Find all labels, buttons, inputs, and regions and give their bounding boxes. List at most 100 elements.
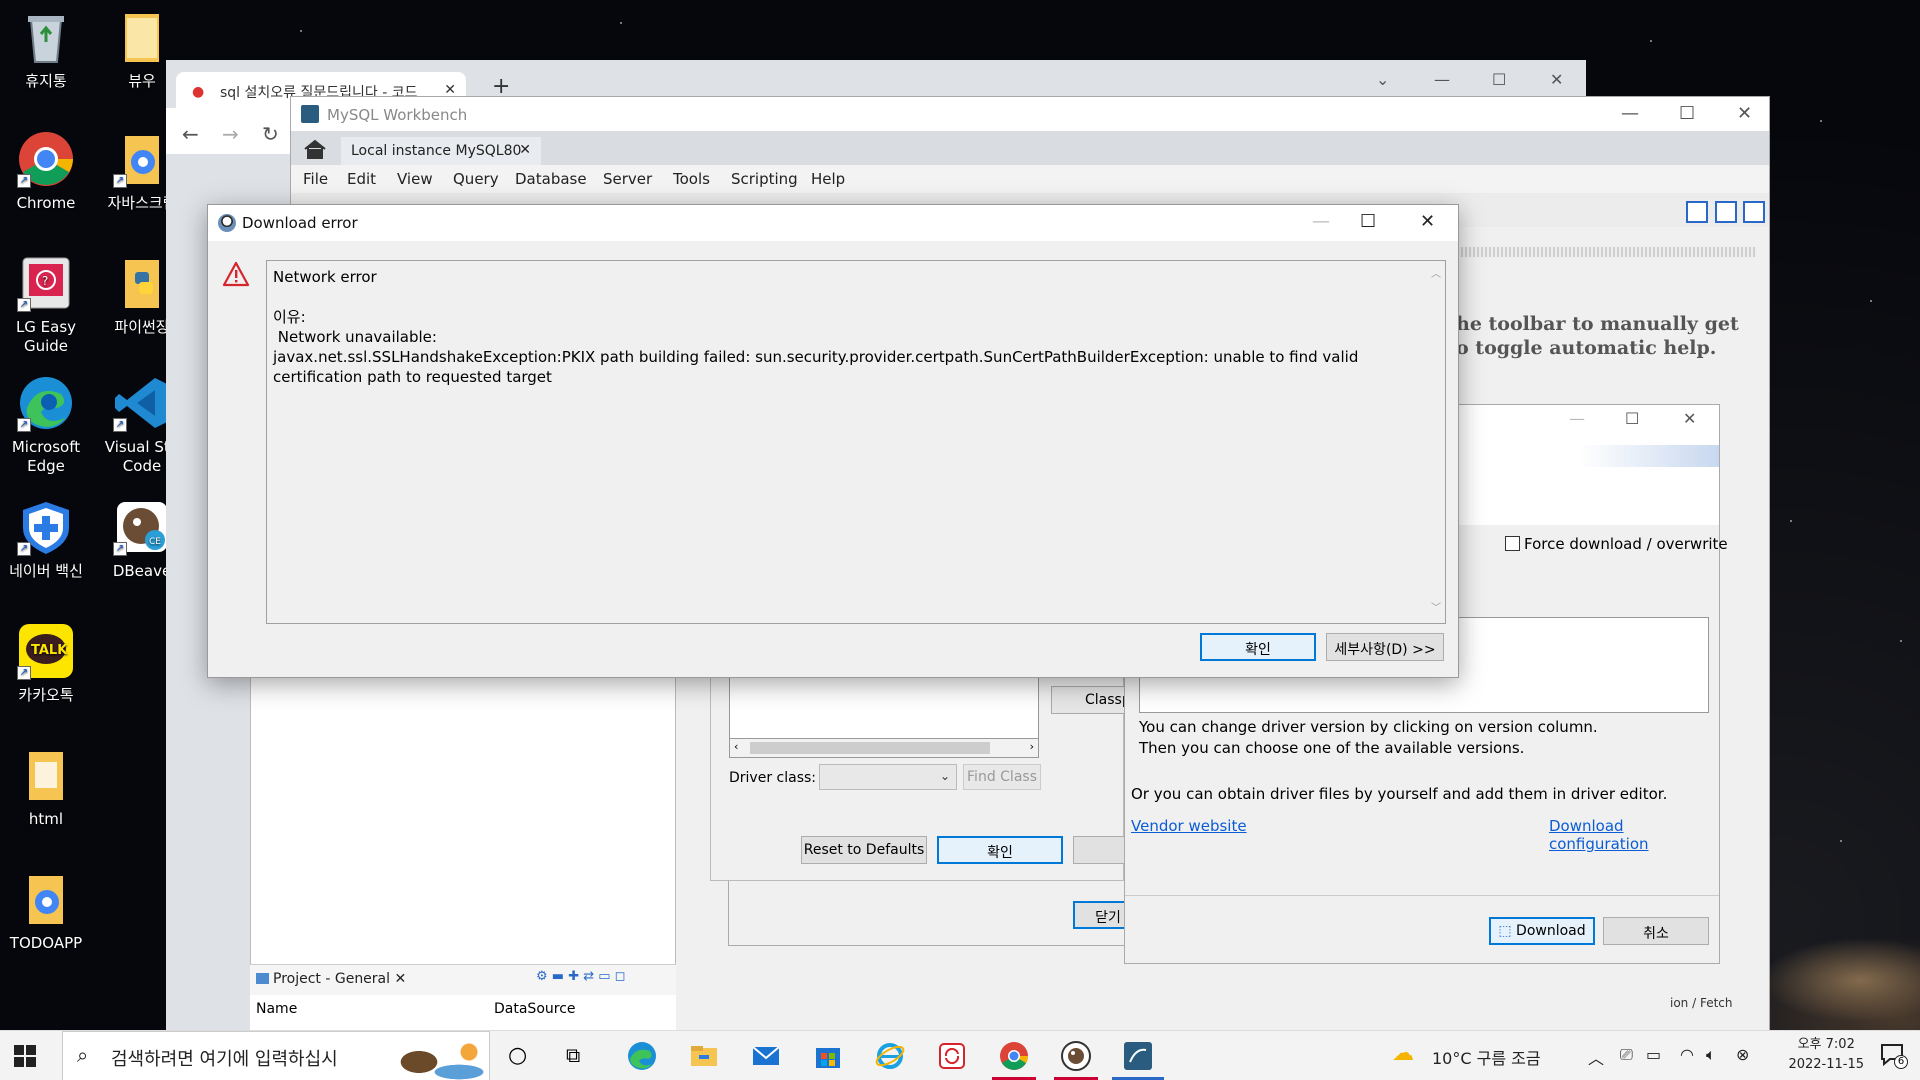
- ime-icon[interactable]: ⊗: [1736, 1045, 1749, 1080]
- desktop-icon-chrome[interactable]: ↗ Chrome: [0, 130, 92, 213]
- minimize-icon[interactable]: —: [1434, 70, 1450, 89]
- desktop-icon-kakaotalk[interactable]: TALK ↗ 카카오톡: [0, 622, 92, 705]
- edge-taskbar-icon[interactable]: [626, 1040, 658, 1072]
- ok-button[interactable]: 확인: [937, 836, 1063, 864]
- close-icon[interactable]: ✕: [1737, 103, 1752, 124]
- download-configuration-link[interactable]: Download configuration: [1549, 817, 1719, 853]
- menu-server[interactable]: Server: [603, 170, 652, 188]
- horizontal-scrollbar[interactable]: ‹ ›: [729, 738, 1039, 758]
- tab-label: Local instance MySQL80: [351, 143, 522, 159]
- toggle-sidebar-icon[interactable]: [1686, 201, 1709, 223]
- driver-class-select[interactable]: ⌄: [819, 764, 957, 790]
- sync-app-icon[interactable]: [936, 1040, 968, 1072]
- folder-icon: ↗: [113, 130, 171, 188]
- force-download-checkbox[interactable]: Force download / overwrite: [1505, 535, 1728, 553]
- download-button[interactable]: ⬚ Download: [1489, 917, 1595, 945]
- vscode-icon: ↗: [113, 374, 171, 432]
- task-view-icon[interactable]: ⧉: [566, 1043, 580, 1067]
- desktop-icon-html[interactable]: html: [0, 746, 92, 829]
- clock-date: 2022-11-15: [1788, 1057, 1864, 1072]
- driver-class-label: Driver class:: [729, 770, 817, 786]
- scroll-right-icon[interactable]: ›: [1030, 740, 1034, 753]
- volume-icon[interactable]: 🔈︎: [1706, 1045, 1716, 1080]
- mysql-workbench-taskbar-icon[interactable]: [1122, 1040, 1154, 1072]
- forward-icon[interactable]: →: [222, 122, 239, 146]
- desktop-icon-lg-easy-guide[interactable]: ? ↗ LG Easy Guide: [0, 254, 92, 356]
- menu-query[interactable]: Query: [453, 170, 499, 188]
- maximize-icon[interactable]: ☐: [1625, 409, 1639, 428]
- tab-project-general[interactable]: Project - General ✕: [256, 971, 406, 987]
- scroll-down-icon[interactable]: ﹀: [1431, 599, 1441, 619]
- menu-tools[interactable]: Tools: [673, 170, 710, 188]
- ok-button[interactable]: 확인: [1200, 633, 1316, 661]
- weather-text[interactable]: 10°C 구름 조금: [1432, 1045, 1541, 1080]
- back-icon[interactable]: ←: [182, 122, 199, 146]
- menu-view[interactable]: View: [397, 170, 433, 188]
- wifi-icon[interactable]: ◠: [1680, 1045, 1694, 1080]
- tab-local-instance[interactable]: Local instance MySQL80 ✕: [341, 137, 541, 165]
- maximize-icon[interactable]: ☐: [1492, 70, 1506, 89]
- device-icon[interactable]: ⎚: [1620, 1045, 1633, 1080]
- error-details-text[interactable]: Network error 이유: Network unavailable: j…: [266, 260, 1446, 624]
- toggle-output-icon[interactable]: [1714, 201, 1737, 223]
- scroll-left-icon[interactable]: ‹: [734, 740, 738, 753]
- weather-icon[interactable]: ☁: [1392, 1041, 1414, 1080]
- column-name: Name: [256, 1001, 298, 1017]
- menu-file[interactable]: File: [303, 170, 328, 188]
- checkbox-icon[interactable]: [1505, 536, 1520, 551]
- desktop-icon-edge[interactable]: ↗ Microsoft Edge: [0, 374, 92, 476]
- store-icon[interactable]: [812, 1040, 844, 1072]
- find-class-button[interactable]: Find Class: [963, 764, 1041, 790]
- minimize-icon[interactable]: —: [1569, 409, 1585, 428]
- error-heading: Network error: [273, 268, 377, 286]
- close-tab-icon[interactable]: ✕: [394, 971, 406, 987]
- close-icon[interactable]: ✕: [1420, 211, 1435, 232]
- edge-icon: ↗: [17, 374, 75, 432]
- desktop-icon-recycle-bin[interactable]: 휴지통: [0, 8, 92, 91]
- menu-help[interactable]: Help: [811, 170, 845, 188]
- project-panel: Project - General ✕ ⚙ ▬ ✚ ⇄ ▭ ◻ Name Dat…: [250, 964, 676, 1031]
- view-toggle-group: [1684, 201, 1765, 227]
- vendor-website-link[interactable]: Vendor website: [1131, 817, 1247, 835]
- windows-start-icon[interactable]: [14, 1045, 36, 1067]
- minimize-icon[interactable]: —: [1312, 211, 1330, 232]
- minimize-icon[interactable]: —: [1621, 103, 1639, 124]
- desktop-icon-todoapp[interactable]: TODOAPP: [0, 870, 92, 953]
- show-hidden-icons-icon[interactable]: ︿: [1588, 1045, 1604, 1080]
- menu-scripting[interactable]: Scripting: [731, 170, 798, 188]
- reload-icon[interactable]: ↻: [262, 122, 279, 146]
- taskbar-search-box[interactable]: ⌕ 검색하려면 여기에 입력하십시: [62, 1031, 490, 1080]
- home-icon[interactable]: [303, 139, 327, 159]
- cancel-button[interactable]: 취소: [1603, 917, 1709, 945]
- internet-explorer-icon[interactable]: [874, 1040, 906, 1072]
- scroll-up-icon[interactable]: ︿: [1431, 265, 1441, 285]
- system-clock[interactable]: 오후 7:02 2022-11-15: [1788, 1035, 1864, 1075]
- tab-search-icon[interactable]: ⌄: [1376, 70, 1389, 89]
- close-icon[interactable]: ✕: [1550, 70, 1563, 89]
- classpath-button[interactable]: Classp: [1051, 686, 1131, 714]
- chrome-icon: ↗: [17, 130, 75, 188]
- menu-database[interactable]: Database: [515, 170, 587, 188]
- close-icon[interactable]: ✕: [1683, 409, 1696, 428]
- file-explorer-icon[interactable]: [688, 1040, 720, 1072]
- close-tab-icon[interactable]: ✕: [519, 142, 531, 158]
- details-button[interactable]: 세부사항(D) >>: [1326, 633, 1444, 661]
- notification-center-icon[interactable]: 6: [1880, 1043, 1908, 1069]
- maximize-icon[interactable]: ☐: [1360, 211, 1376, 232]
- shortcut-arrow-icon: ↗: [17, 418, 31, 432]
- toggle-secondary-sidebar-icon[interactable]: [1743, 201, 1765, 223]
- battery-icon[interactable]: ▭: [1646, 1045, 1661, 1080]
- mail-icon[interactable]: [750, 1040, 782, 1072]
- chrome-taskbar-icon[interactable]: [998, 1040, 1030, 1072]
- menu-edit[interactable]: Edit: [347, 170, 376, 188]
- reason-line: Network unavailable:: [273, 328, 437, 346]
- cortana-icon[interactable]: ○: [508, 1043, 527, 1068]
- desktop-icon-naver-vaccine[interactable]: ↗ 네이버 백신: [0, 498, 92, 581]
- maximize-icon[interactable]: ☐: [1679, 103, 1695, 124]
- project-toolbar-icons[interactable]: ⚙ ▬ ✚ ⇄ ▭ ◻: [536, 969, 625, 984]
- dbeaver-taskbar-icon[interactable]: [1060, 1040, 1092, 1072]
- project-columns: Name DataSource: [250, 995, 676, 1031]
- scroll-thumb[interactable]: [750, 742, 990, 754]
- reset-defaults-button[interactable]: Reset to Defaults: [801, 836, 927, 864]
- workbench-logo-icon: [301, 105, 319, 123]
